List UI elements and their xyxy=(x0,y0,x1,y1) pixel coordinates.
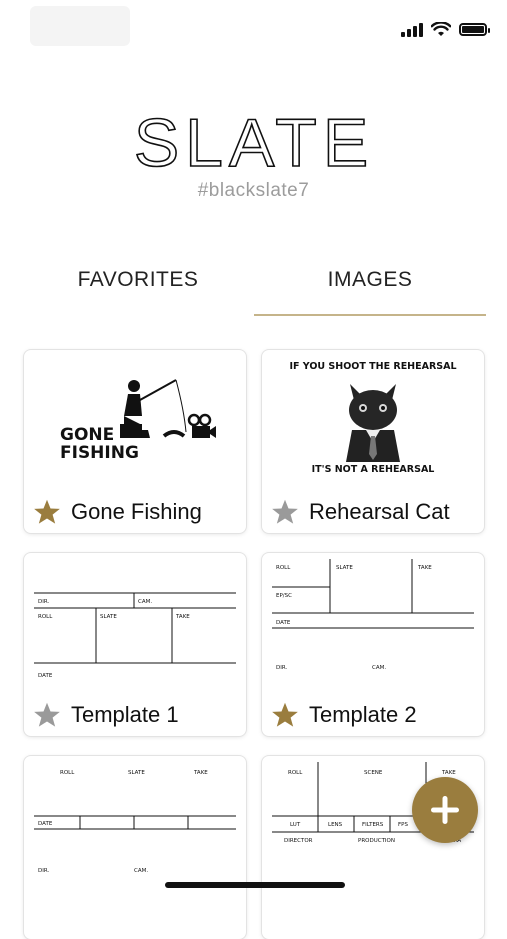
svg-text:CAM.: CAM. xyxy=(134,868,148,874)
svg-text:LENS: LENS xyxy=(328,822,343,828)
tab-bar: FAVORITES IMAGES xyxy=(22,262,486,316)
status-icons xyxy=(401,22,490,37)
plus-icon xyxy=(431,796,459,824)
svg-text:FPS: FPS xyxy=(398,822,408,828)
tab-images[interactable]: IMAGES xyxy=(254,262,486,316)
svg-text:LUT: LUT xyxy=(290,822,301,828)
favorite-star-icon[interactable] xyxy=(271,701,299,729)
gone-fishing-thumbnail: GONE FISHING xyxy=(60,379,216,463)
rehearsal-cat-thumbnail: IF YOU SHOOT THE REHEARSAL IT'S NOT A RE… xyxy=(289,361,456,475)
svg-text:SLATE: SLATE xyxy=(128,770,145,776)
card-footer: Template 1 xyxy=(24,693,246,736)
app-logo: SLATE xyxy=(0,104,507,183)
svg-text:ROLL: ROLL xyxy=(38,614,53,620)
slate-grid: GONE FISHING Gone Fishing IF YOU SHOOT T… xyxy=(24,350,484,939)
template-2-thumbnail: ROLL SLATE TAKE EP/SC DATE DIR. CAM. xyxy=(272,559,474,671)
svg-text:ROLL: ROLL xyxy=(288,770,303,776)
wifi-icon xyxy=(431,22,451,36)
template-1-thumbnail: DIR. CAM. ROLL SLATE TAKE DATE xyxy=(34,592,236,679)
svg-text:IT'S NOT A REHEARSAL: IT'S NOT A REHEARSAL xyxy=(312,464,435,475)
card-footer: Gone Fishing xyxy=(24,490,246,533)
status-bar xyxy=(0,0,507,60)
svg-text:TAKE: TAKE xyxy=(441,770,456,776)
favorite-star-icon[interactable] xyxy=(33,498,61,526)
svg-text:SCENE: SCENE xyxy=(364,770,383,776)
svg-text:IF YOU SHOOT THE REHEARSAL: IF YOU SHOOT THE REHEARSAL xyxy=(289,361,456,372)
slate-card-template-3[interactable]: ROLL SLATE TAKE DATE DIR. CAM. xyxy=(24,756,246,939)
svg-text:SLATE: SLATE xyxy=(100,614,117,620)
template-3-thumbnail: ROLL SLATE TAKE DATE DIR. CAM. xyxy=(34,770,236,874)
svg-text:ROLL: ROLL xyxy=(276,565,291,571)
slate-card-template-1[interactable]: DIR. CAM. ROLL SLATE TAKE DATE Template … xyxy=(24,553,246,736)
svg-text:GONE: GONE xyxy=(60,425,114,445)
svg-text:DIR.: DIR. xyxy=(38,599,49,605)
svg-text:DATE: DATE xyxy=(38,673,53,679)
card-footer: Rehearsal Cat xyxy=(262,490,484,533)
slate-card-template-2[interactable]: ROLL SLATE TAKE EP/SC DATE DIR. CAM. Tem… xyxy=(262,553,484,736)
slate-card-rehearsal-cat[interactable]: IF YOU SHOOT THE REHEARSAL IT'S NOT A RE… xyxy=(262,350,484,533)
card-title: Template 2 xyxy=(309,701,417,727)
svg-text:FILTERS: FILTERS xyxy=(362,822,384,828)
status-time xyxy=(30,6,130,46)
svg-text:CAM.: CAM. xyxy=(372,665,386,671)
home-indicator[interactable] xyxy=(165,882,345,888)
battery-icon xyxy=(459,23,490,36)
svg-text:CAM.: CAM. xyxy=(138,599,152,605)
svg-text:EP/SC: EP/SC xyxy=(276,593,292,599)
favorite-star-icon[interactable] xyxy=(271,498,299,526)
svg-text:DATE: DATE xyxy=(276,620,291,626)
account-handle: #blackslate7 xyxy=(197,180,310,201)
svg-text:TAKE: TAKE xyxy=(417,565,432,571)
add-slate-button[interactable] xyxy=(412,777,478,843)
card-footer: Template 2 xyxy=(262,693,484,736)
cellular-signal-icon xyxy=(401,22,423,37)
svg-text:SLATE: SLATE xyxy=(336,565,353,571)
tab-favorites[interactable]: FAVORITES xyxy=(22,262,254,316)
svg-text:SLATE: SLATE xyxy=(133,108,373,178)
svg-text:FISHING: FISHING xyxy=(60,443,139,463)
svg-text:PRODUCTION: PRODUCTION xyxy=(358,838,395,844)
card-title: Rehearsal Cat xyxy=(309,498,450,524)
svg-text:DIR.: DIR. xyxy=(38,868,49,874)
card-title: Template 1 xyxy=(71,701,179,727)
card-title: Gone Fishing xyxy=(71,498,202,524)
svg-text:TAKE: TAKE xyxy=(193,770,208,776)
svg-text:DIRECTOR: DIRECTOR xyxy=(284,838,313,844)
svg-text:TAKE: TAKE xyxy=(175,614,190,620)
favorite-star-icon[interactable] xyxy=(33,701,61,729)
svg-text:DATE: DATE xyxy=(38,821,53,827)
svg-text:ROLL: ROLL xyxy=(60,770,75,776)
svg-text:DIR.: DIR. xyxy=(276,665,287,671)
slate-card-gone-fishing[interactable]: GONE FISHING Gone Fishing xyxy=(24,350,246,533)
